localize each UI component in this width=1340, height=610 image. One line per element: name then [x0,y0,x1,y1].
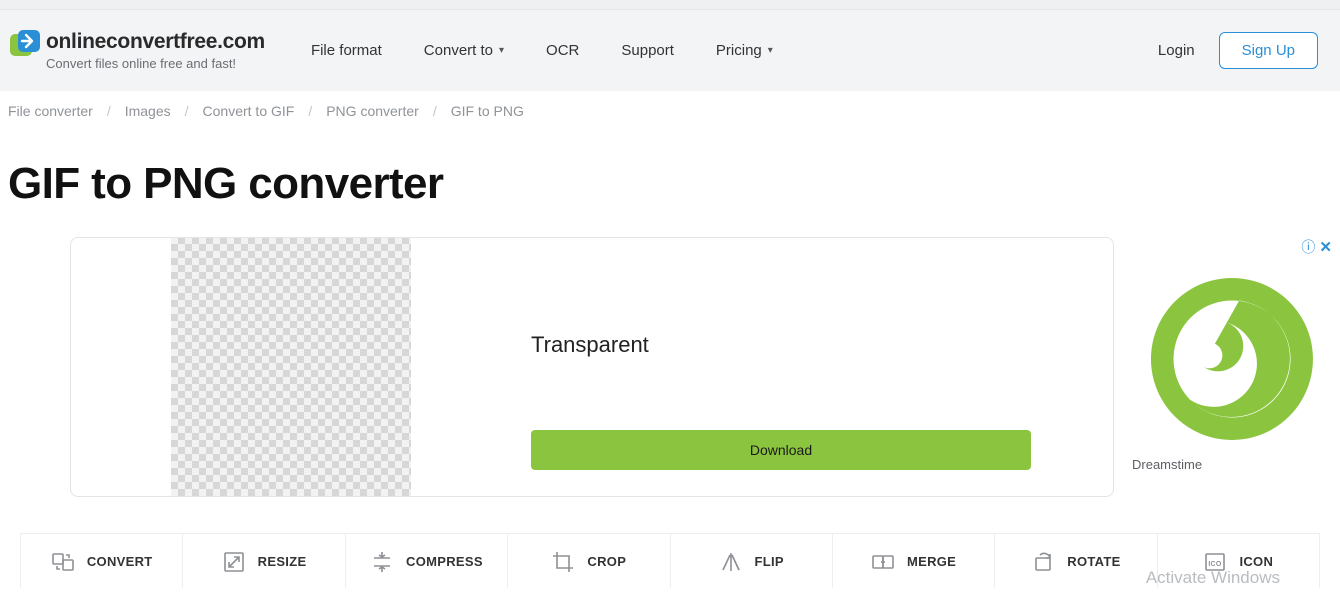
breadcrumb-sep: / [107,103,111,119]
brand-block[interactable]: onlineconvertfree.com Convert files onli… [8,30,265,71]
nav-support[interactable]: Support [621,42,674,59]
breadcrumb-sep: / [308,103,312,119]
signup-button[interactable]: Sign Up [1219,32,1318,69]
tool-label: FLIP [755,554,784,569]
ad-download-button[interactable]: Download [531,430,1031,470]
tool-label: CONVERT [87,554,153,569]
brand-tagline: Convert files online free and fast! [46,56,265,71]
tool-label: COMPRESS [406,554,483,569]
tool-label: ROTATE [1067,554,1120,569]
transparent-preview-icon [171,237,411,497]
site-header: onlineconvertfree.com Convert files onli… [0,10,1340,91]
nav-pricing[interactable]: Pricing ▾ [716,42,773,59]
tool-toolbar: CONVERT RESIZE COMPRESS CROP FLIP MERGE … [0,533,1340,588]
breadcrumb: File converter / Images / Convert to GIF… [0,91,1340,131]
window-topbar [0,0,1340,10]
nav-label: Support [621,42,674,59]
nav-label: Convert to [424,42,493,59]
chevron-down-icon: ▾ [768,45,773,56]
breadcrumb-item[interactable]: Images [125,103,171,119]
compress-icon [370,550,394,572]
convert-icon [51,550,75,572]
nav-label: Pricing [716,42,762,59]
tool-label: CROP [587,554,626,569]
content-row: Transparent Download ⓘ ✕ Dreamstime [0,237,1340,497]
resize-icon [222,550,246,572]
main-nav: File format Convert to ▾ OCR Support Pric… [311,42,773,59]
tool-merge[interactable]: MERGE [833,533,995,588]
breadcrumb-sep: / [185,103,189,119]
tool-crop[interactable]: CROP [508,533,670,588]
ad-banner[interactable]: Transparent Download [70,237,1114,497]
icon-icon: ICO [1203,550,1227,572]
chevron-down-icon: ▾ [499,45,504,56]
tool-compress[interactable]: COMPRESS [346,533,508,588]
tool-label: MERGE [907,554,956,569]
ad-attribution: Dreamstime [1132,457,1332,472]
nav-file-format[interactable]: File format [311,42,382,59]
tool-flip[interactable]: FLIP [671,533,833,588]
nav-convert-to[interactable]: Convert to ▾ [424,42,504,59]
breadcrumb-item[interactable]: File converter [8,103,93,119]
ad-info-icon[interactable]: ⓘ [1301,237,1315,257]
breadcrumb-item-current: GIF to PNG [451,103,524,119]
auth-block: Login Sign Up [1158,32,1318,69]
merge-icon [871,550,895,572]
nav-label: OCR [546,42,579,59]
breadcrumb-item[interactable]: PNG converter [326,103,419,119]
nav-ocr[interactable]: OCR [546,42,579,59]
flip-icon [719,550,743,572]
tool-rotate[interactable]: ROTATE [995,533,1157,588]
ad-spiral-icon [1142,269,1322,449]
page-title: GIF to PNG converter [0,131,1340,237]
login-link[interactable]: Login [1158,42,1195,59]
nav-label: File format [311,42,382,59]
ad-meta: ⓘ ✕ [1132,237,1332,257]
tool-icon[interactable]: ICO ICON [1158,533,1320,588]
breadcrumb-sep: / [433,103,437,119]
ad-title: Transparent [531,332,1095,358]
rotate-icon [1031,550,1055,572]
ad-close-icon[interactable]: ✕ [1319,238,1332,256]
tool-label: ICON [1239,554,1273,569]
tool-convert[interactable]: CONVERT [20,533,183,588]
tool-label: RESIZE [258,554,307,569]
ad-sidebar: ⓘ ✕ Dreamstime [1132,237,1332,497]
breadcrumb-item[interactable]: Convert to GIF [203,103,295,119]
brand-logo-icon [8,30,40,60]
crop-icon [551,550,575,572]
ad-content: Transparent Download [411,238,1113,496]
tool-resize[interactable]: RESIZE [183,533,345,588]
svg-text:ICO: ICO [1209,561,1223,568]
brand-name: onlineconvertfree.com [46,30,265,54]
